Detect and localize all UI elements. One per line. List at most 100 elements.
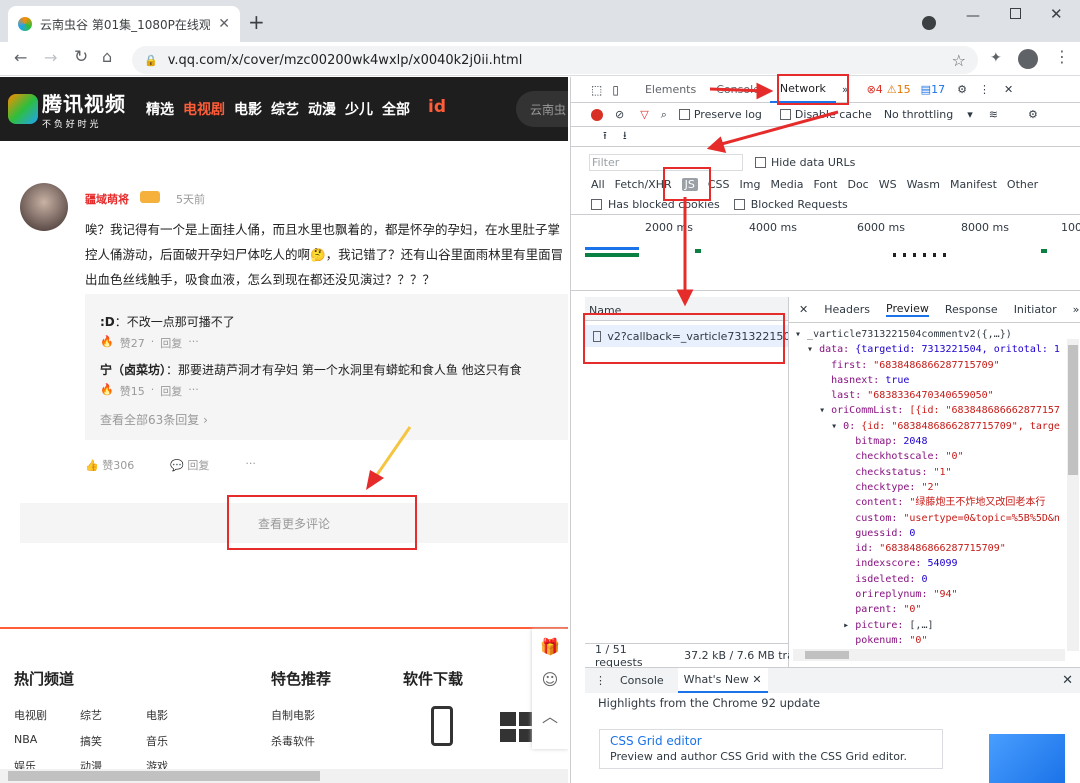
more-icon[interactable]: ··· [188, 335, 199, 351]
preview-line[interactable]: custom: "usertype=0&topic=%5B%5D&n [795, 511, 1065, 526]
home-button[interactable]: ⌂ [102, 47, 112, 66]
mobile-icon[interactable] [431, 706, 453, 746]
nav-anime[interactable]: 动漫 [308, 99, 336, 119]
preview-line[interactable]: parent: "0" [795, 602, 1065, 617]
id-icon[interactable]: id [428, 97, 446, 117]
drawer-menu-icon[interactable]: ⋮ [595, 674, 606, 687]
preview-line[interactable]: ▾ data: {targetid: 7313221504, oritotal:… [795, 342, 1065, 357]
reply-username[interactable]: 宁（卤菜坊） [100, 363, 166, 377]
filter-ws[interactable]: WS [879, 178, 897, 191]
preview-line[interactable]: bitmap: 2048 [795, 434, 1065, 449]
site-search-input[interactable]: 云南虫 [516, 91, 568, 127]
bookmark-star-icon[interactable]: ☆ [952, 51, 966, 70]
tab-search-icon[interactable] [922, 16, 936, 30]
reply-likes[interactable]: 赞27 [120, 335, 145, 351]
url-field[interactable]: 🔒 v.qq.com/x/cover/mzc00200wk4wxlp/x0040… [132, 46, 978, 74]
view-all-replies-link[interactable]: 查看全部63条回复 › [100, 411, 208, 428]
filter-other[interactable]: Other [1007, 178, 1038, 191]
reply-likes[interactable]: 赞15 [120, 383, 145, 399]
preview-line[interactable]: ▾ _varticle7313221504commentv2({,…}) [795, 327, 1065, 342]
close-window-button[interactable]: ✕ [1050, 5, 1063, 23]
close-devtools-icon[interactable]: ✕ [1004, 83, 1013, 96]
preview-line[interactable]: checktype: "2" [795, 480, 1065, 495]
preview-line[interactable]: id: "6838486866287715709" [795, 541, 1065, 556]
nav-movie[interactable]: 电影 [234, 99, 262, 119]
footer-link[interactable]: NBA [14, 733, 37, 746]
nav-tv[interactable]: 电视剧 [183, 99, 225, 119]
footer-link[interactable]: 音乐 [146, 733, 168, 749]
preview-hscrollbar[interactable] [793, 649, 1065, 661]
feedback-icon[interactable]: ☺ [532, 670, 568, 689]
filter-manifest[interactable]: Manifest [950, 178, 997, 191]
preview-line[interactable]: hasnext: true [795, 373, 1065, 388]
preview-scrollbar[interactable] [1067, 339, 1079, 651]
more-icon[interactable]: ··· [245, 457, 256, 473]
whats-new-heading: Highlights from the Chrome 92 update [598, 696, 821, 710]
preview-line[interactable]: pokenum: "0" [795, 633, 1065, 647]
chrome-menu-icon[interactable]: ⋮ [1054, 47, 1070, 66]
drawer-tab-console[interactable]: Console [620, 674, 664, 687]
preview-line[interactable]: ▸ picture: [,…] [795, 618, 1065, 633]
back-button[interactable]: ← [14, 48, 27, 67]
preview-line[interactable]: first: "6838486866287715709" [795, 358, 1065, 373]
preview-line[interactable]: indexscore: 54099 [795, 556, 1065, 571]
nav-kids[interactable]: 少儿 [345, 99, 373, 119]
preview-line[interactable]: ▾ oriCommList: [{id: "683848686662877157 [795, 403, 1065, 418]
preview-line[interactable]: orireplynum: "94" [795, 587, 1065, 602]
network-conditions-icon[interactable]: ≋ [989, 108, 998, 121]
gift-icon[interactable]: 🎁 [532, 637, 568, 656]
close-tab-icon[interactable]: ✕ [218, 16, 230, 32]
windows-icon[interactable] [500, 712, 534, 742]
nav-featured[interactable]: 精选 [146, 99, 174, 119]
reply-button[interactable]: 回复 [160, 383, 182, 399]
footer-link[interactable]: 搞笑 [80, 733, 102, 749]
preview-line[interactable]: checkstatus: "1" [795, 465, 1065, 480]
more-icon[interactable]: ··· [188, 383, 199, 399]
more-tabs-icon[interactable]: » [1073, 303, 1080, 316]
maximize-button[interactable] [1010, 8, 1021, 19]
feature-card[interactable]: CSS Grid editor Preview and author CSS G… [599, 729, 943, 769]
browser-tab[interactable]: 云南虫谷 第01集_1080P在线观看 ✕ [8, 6, 240, 42]
settings-icon[interactable]: ⚙ [957, 83, 967, 96]
footer-link[interactable]: 综艺 [80, 707, 102, 723]
site-logo[interactable]: 腾讯视频 不 负 好 时 光 [8, 88, 126, 130]
message-count[interactable]: ▤17 [921, 83, 945, 96]
preview-line[interactable]: checkhotscale: "0" [795, 449, 1065, 464]
forward-button[interactable]: → [44, 48, 57, 67]
reply-button[interactable]: 回复 [160, 335, 182, 351]
tab-preview[interactable]: Preview [886, 302, 929, 317]
extensions-icon[interactable]: ✦ [990, 50, 1002, 66]
like-button[interactable]: 👍 赞306 [85, 457, 134, 473]
avatar[interactable] [20, 183, 68, 231]
throttling-select[interactable]: No throttling [884, 108, 953, 121]
comment-username[interactable]: 疆域萌将 [85, 191, 129, 207]
footer-link[interactable]: 杀毒软件 [271, 733, 315, 749]
close-drawer-icon[interactable]: ✕ [1062, 673, 1073, 688]
feature-card-title[interactable]: CSS Grid editor [610, 734, 932, 748]
back-to-top-icon[interactable]: ︿ [532, 703, 568, 727]
profile-avatar[interactable] [1018, 49, 1038, 69]
footer-link[interactable]: 电视剧 [14, 707, 47, 723]
drawer-tab-whats-new[interactable]: What's New ✕ [677, 668, 768, 693]
minimize-button[interactable]: — [966, 8, 980, 24]
devtools-menu-icon[interactable]: ⋮ [979, 83, 990, 96]
preview-line[interactable]: last: "6838336470340659050" [795, 388, 1065, 403]
tab-response[interactable]: Response [945, 303, 998, 316]
horizontal-scrollbar[interactable] [0, 769, 568, 783]
reply-button[interactable]: 💬 回复 [170, 457, 209, 473]
new-tab-button[interactable]: + [248, 10, 265, 34]
nav-variety[interactable]: 综艺 [271, 99, 299, 119]
footer-link[interactable]: 自制电影 [271, 707, 315, 723]
network-settings-icon[interactable]: ⚙ [1028, 108, 1038, 121]
nav-all[interactable]: 全部 [382, 99, 410, 119]
reload-button[interactable]: ↻ [74, 47, 88, 67]
footer-link[interactable]: 电影 [146, 707, 168, 723]
preview-line[interactable]: content: "绿藤炮王不炸地又改回老本行 [795, 495, 1065, 510]
preview-line[interactable]: isdeleted: 0 [795, 572, 1065, 587]
tab-initiator[interactable]: Initiator [1014, 303, 1057, 316]
preview-line[interactable]: guessid: 0 [795, 526, 1065, 541]
filter-wasm[interactable]: Wasm [907, 178, 940, 191]
warning-count[interactable]: ⚠15 [887, 83, 911, 96]
reply-username[interactable]: :D [100, 315, 115, 329]
preview-line[interactable]: ▾ 0: {id: "6838486866287715709", targe [795, 419, 1065, 434]
